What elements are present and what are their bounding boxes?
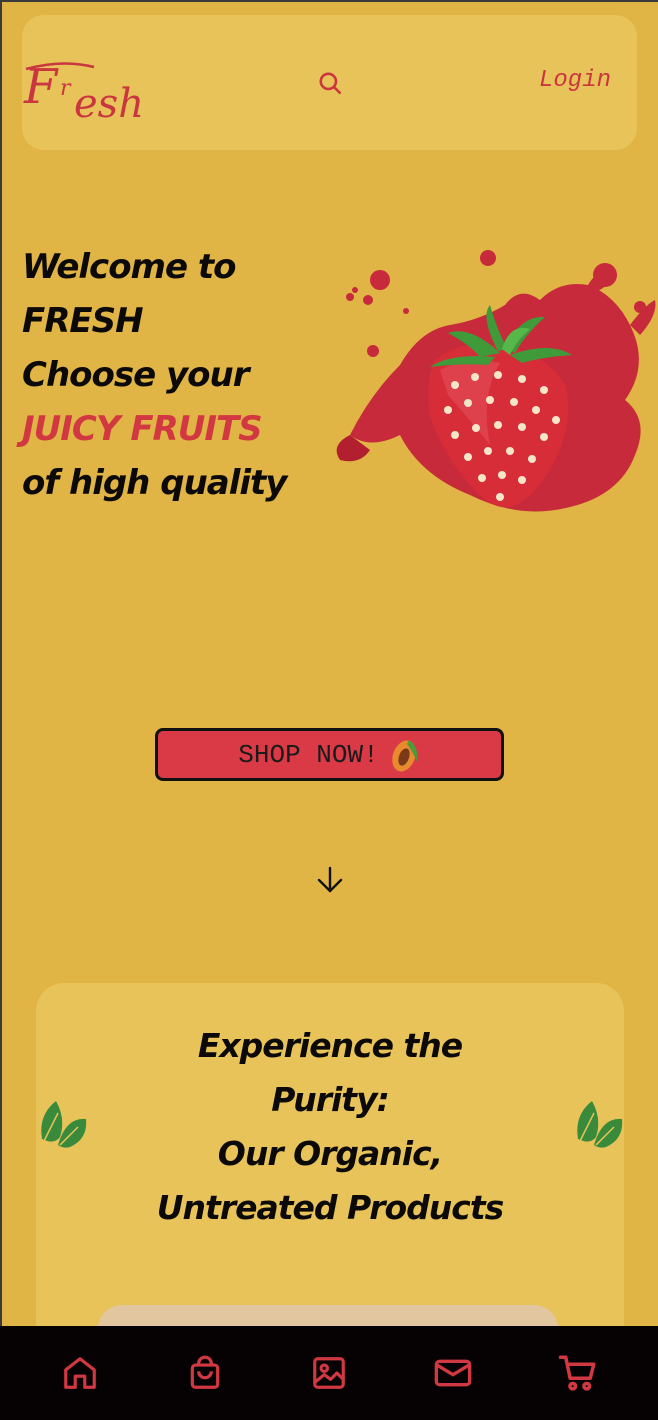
feature-card-title: Experience the Purity: Our Organic, Untr…: [116, 1019, 544, 1235]
shop-now-label: SHOP NOW!: [238, 739, 379, 770]
strawberry-splash-image: [336, 250, 656, 512]
cart-icon: [558, 1355, 596, 1391]
feature-title-line-4: Untreated Products: [156, 1188, 504, 1227]
image-icon: [313, 1357, 345, 1389]
nav-gallery[interactable]: [307, 1351, 351, 1395]
shop-now-button[interactable]: SHOP NOW!: [155, 728, 504, 781]
hero-line-5: of high quality: [22, 463, 287, 503]
fresh-logo-script: F r esh: [23, 59, 144, 127]
hero-heading: Welcome to FRESH Choose your JUICY FRUIT…: [22, 240, 342, 510]
feature-title-line-1: Experience the: [197, 1026, 463, 1065]
papaya-icon: [392, 739, 418, 771]
mail-icon: [435, 1359, 472, 1387]
feature-title-line-3: Our Organic,: [217, 1134, 443, 1173]
nav-home[interactable]: [58, 1351, 102, 1395]
home-icon: [64, 1357, 97, 1389]
top-header: F r esh Login: [22, 15, 637, 150]
window-edge-top: [0, 0, 658, 2]
svg-text:esh: esh: [74, 81, 144, 127]
window-edge-left: [0, 0, 2, 1420]
nav-shop[interactable]: [183, 1351, 227, 1395]
leaf-icon: [41, 1101, 87, 1148]
feature-title-line-2: Purity:: [271, 1080, 390, 1119]
shopping-bag-icon: [190, 1355, 219, 1389]
svg-text:r: r: [60, 76, 72, 101]
hero-line-2: FRESH: [22, 301, 144, 341]
nav-cart[interactable]: [556, 1351, 600, 1395]
leaf-icon: [577, 1101, 623, 1148]
hero-line-accent: JUICY FRUITS: [22, 409, 263, 449]
search-icon: [319, 72, 342, 95]
fresh-logo[interactable]: F r esh: [22, 59, 172, 129]
arrow-down-icon[interactable]: [314, 864, 346, 896]
search-button[interactable]: [316, 69, 344, 97]
login-link[interactable]: Login: [539, 67, 611, 97]
hero-line-1: Welcome to: [22, 247, 237, 287]
nav-contact[interactable]: [431, 1351, 475, 1395]
hero-line-3: Choose your: [22, 355, 250, 395]
bottom-navigation: [0, 1326, 658, 1420]
